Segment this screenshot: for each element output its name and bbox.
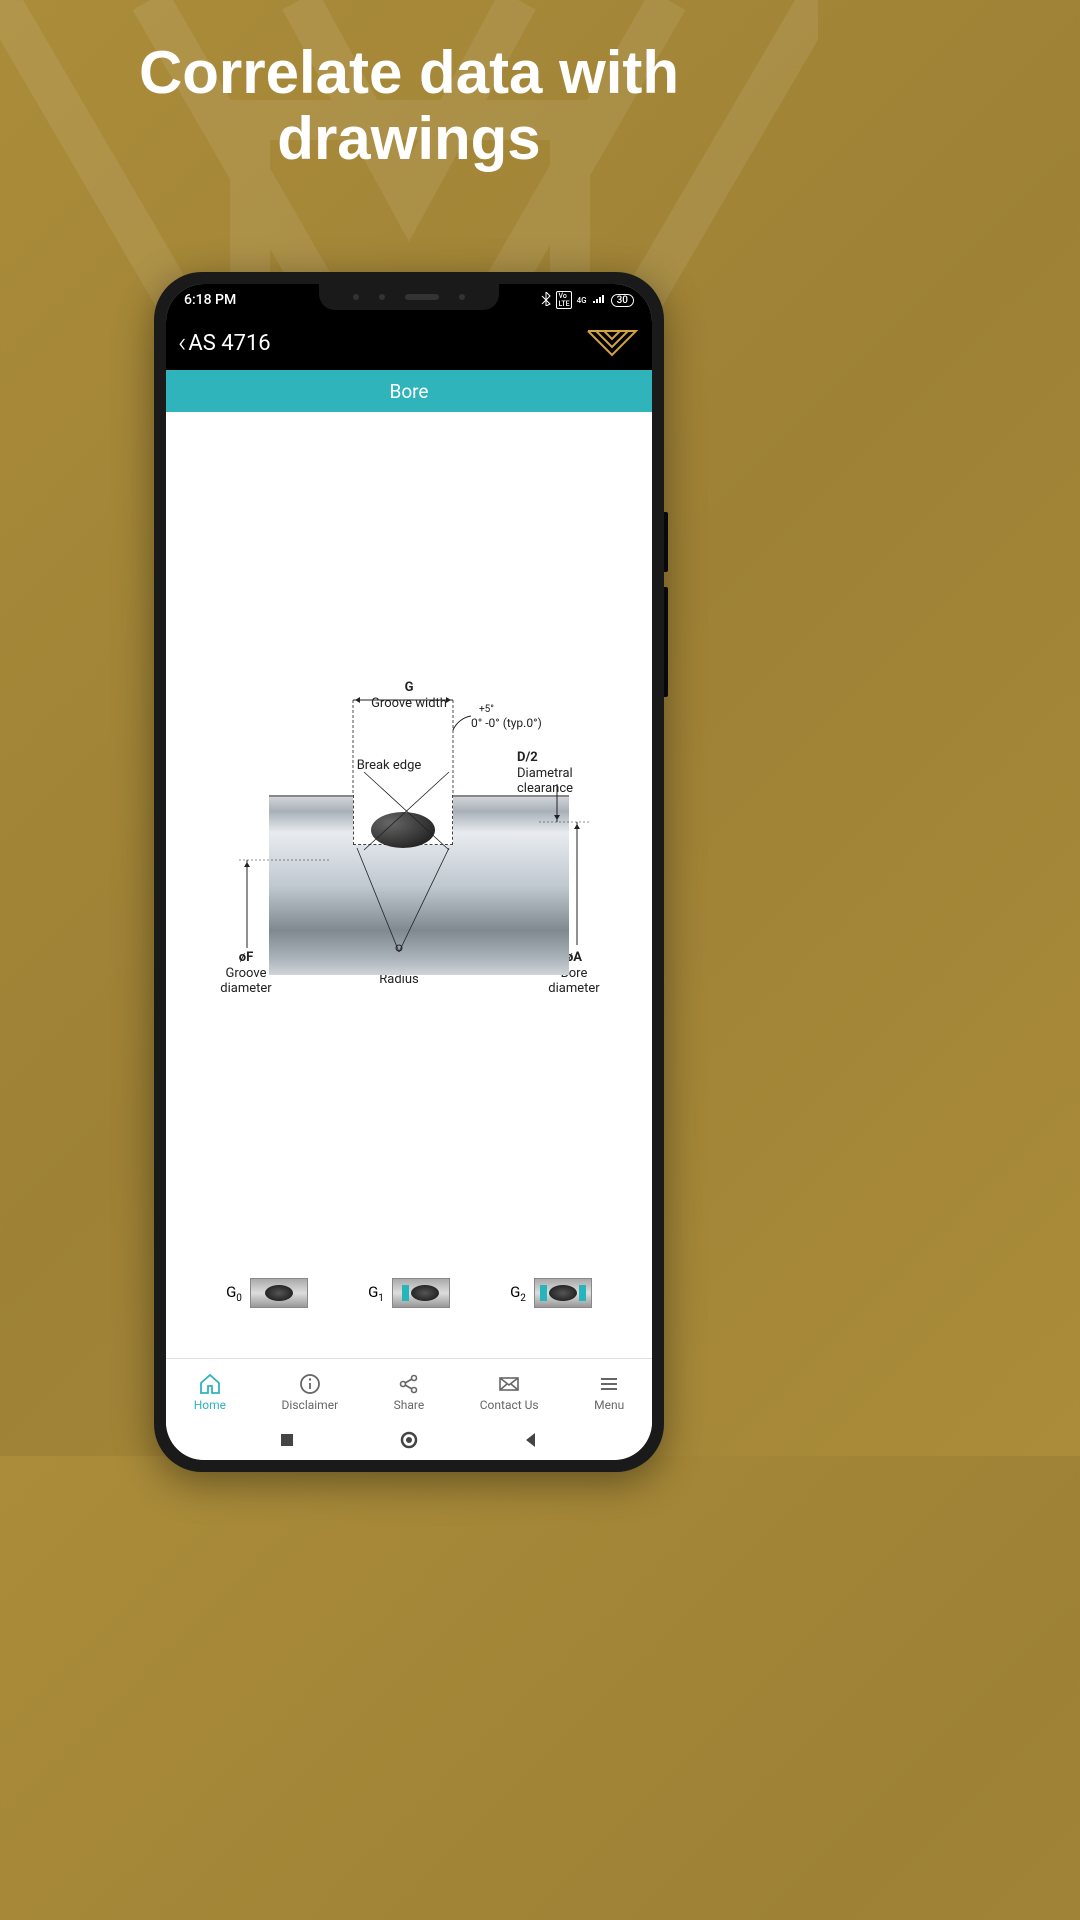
nav-contact-label: Contact Us [480, 1398, 539, 1412]
thumb-g1-image [392, 1278, 450, 1308]
android-home-button[interactable] [400, 1431, 418, 1453]
mail-icon [497, 1372, 521, 1396]
thumb-g0-label: G0 [226, 1283, 242, 1304]
nav-menu[interactable]: Menu [594, 1372, 624, 1412]
chevron-left-icon: ‹ [178, 329, 186, 357]
content-area: G Groove width +5° 0° -0° (typ.0°) Break… [166, 412, 652, 1358]
vo-lte-icon: VoLTE [556, 291, 571, 309]
nav-home[interactable]: Home [194, 1372, 226, 1412]
bottom-nav: Home Disclaimer Share [166, 1358, 652, 1424]
diagram-area: G Groove width +5° 0° -0° (typ.0°) Break… [186, 432, 632, 1258]
phone-notch [319, 284, 499, 310]
info-icon [298, 1372, 322, 1396]
brand-logo [584, 327, 640, 359]
thumbnail-row: G0 G1 G2 [186, 1258, 632, 1338]
android-back-button[interactable] [522, 1431, 540, 1453]
dimension-lines [209, 680, 609, 1010]
thumb-g1[interactable]: G1 [368, 1278, 450, 1308]
thumb-g2-label: G2 [510, 1283, 526, 1304]
thumb-g0-image [250, 1278, 308, 1308]
subheader: Bore [166, 370, 652, 412]
network-icon: 4G [577, 296, 587, 305]
nav-menu-label: Menu [594, 1398, 624, 1412]
thumb-g2[interactable]: G2 [510, 1278, 592, 1308]
phone-mockup: 6:18 PM VoLTE 4G 30 ‹ AS 4716 [154, 272, 664, 1472]
bluetooth-icon [541, 292, 551, 309]
nav-disclaimer-label: Disclaimer [282, 1398, 339, 1412]
thumb-g0[interactable]: G0 [226, 1278, 308, 1308]
back-button[interactable]: ‹ AS 4716 [178, 329, 271, 357]
home-icon [198, 1372, 222, 1396]
thumb-g1-label: G1 [368, 1283, 384, 1304]
subheader-title: Bore [389, 380, 428, 403]
nav-share[interactable]: Share [394, 1372, 425, 1412]
nav-share-label: Share [394, 1398, 425, 1412]
thumb-g2-image [534, 1278, 592, 1308]
technical-diagram: G Groove width +5° 0° -0° (typ.0°) Break… [209, 680, 609, 1010]
signal-icon [592, 294, 606, 307]
back-label: AS 4716 [188, 331, 270, 356]
nav-home-label: Home [194, 1398, 226, 1412]
nav-disclaimer[interactable]: Disclaimer [282, 1372, 339, 1412]
android-nav [166, 1424, 652, 1460]
status-time: 6:18 PM [184, 292, 236, 308]
share-icon [397, 1372, 421, 1396]
menu-icon [597, 1372, 621, 1396]
battery-icon: 30 [611, 294, 634, 307]
headline: Correlate data with drawings [0, 0, 818, 192]
app-header: ‹ AS 4716 [166, 316, 652, 370]
nav-contact[interactable]: Contact Us [480, 1372, 539, 1412]
android-recent-button[interactable] [278, 1431, 296, 1453]
